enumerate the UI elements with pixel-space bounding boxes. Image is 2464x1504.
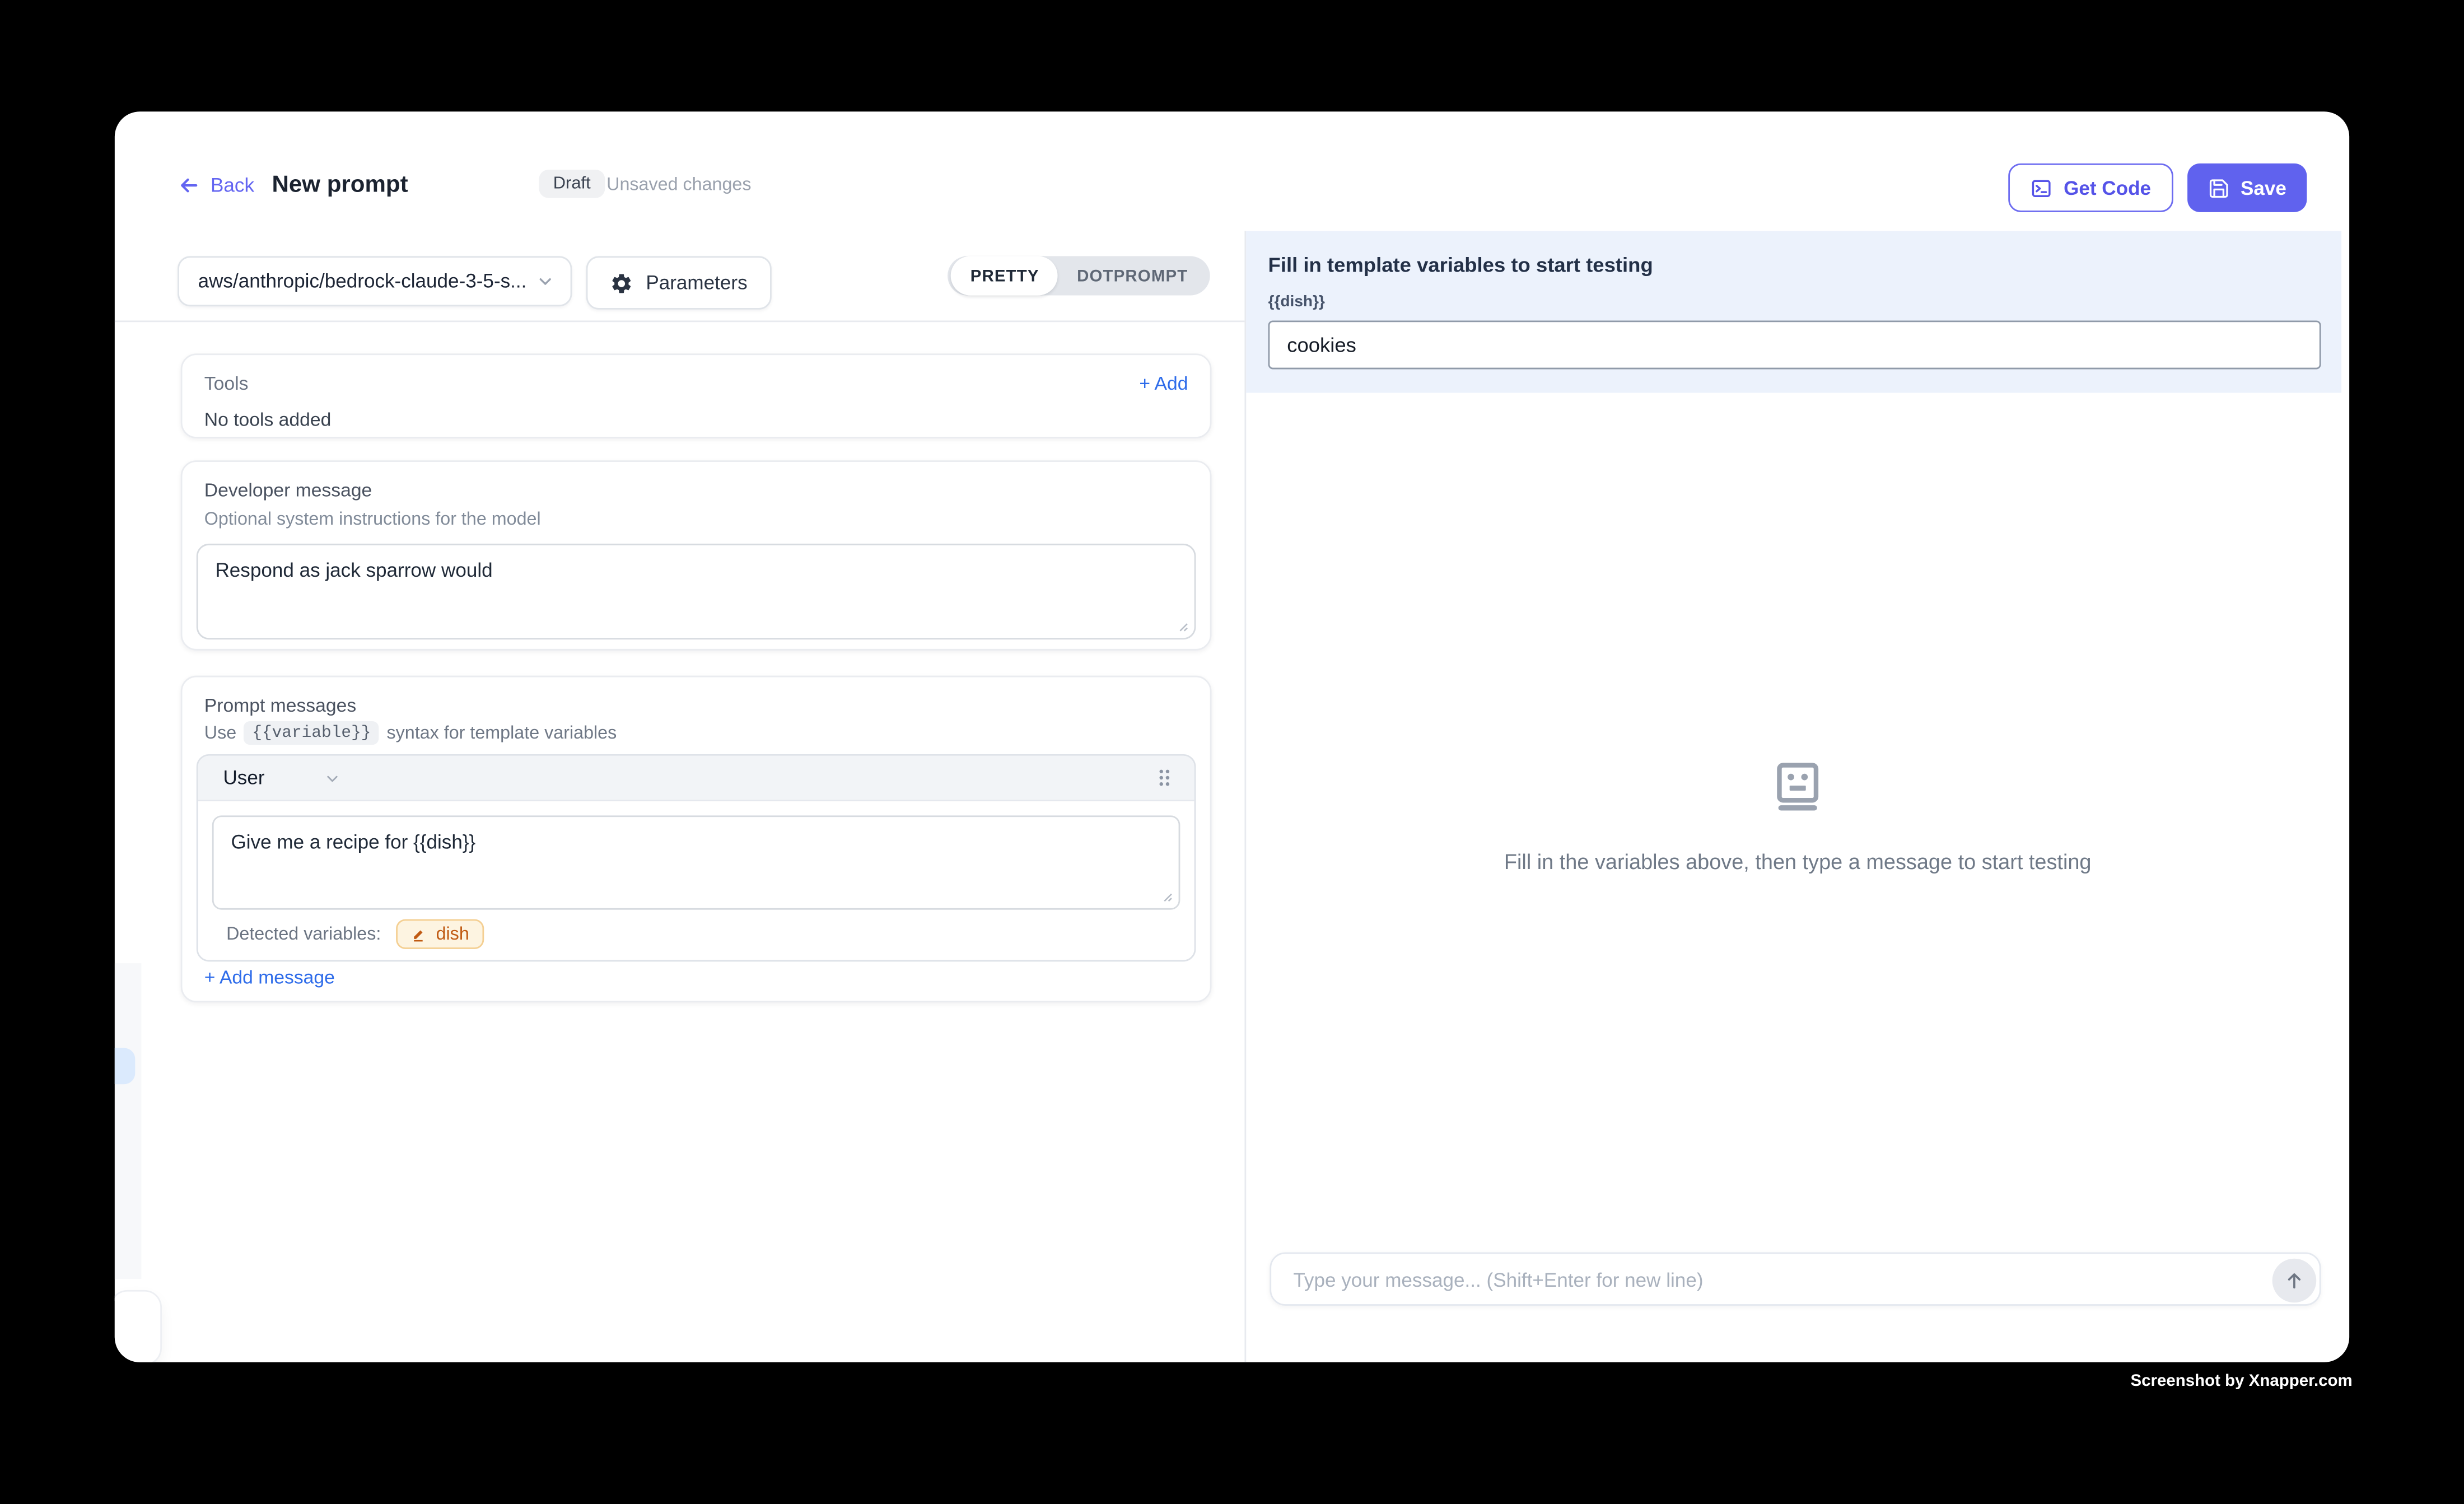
resize-handle-icon[interactable]	[1175, 619, 1189, 633]
user-message-textarea[interactable]: Give me a recipe for {{dish}}	[214, 817, 1179, 908]
send-button[interactable]	[2271, 1258, 2316, 1302]
add-tool-button[interactable]: + Add	[1139, 372, 1188, 394]
gear-icon	[610, 271, 633, 295]
hint-prefix: Use	[204, 723, 236, 742]
left-edge-highlight	[115, 1048, 135, 1085]
left-toolbar: aws/anthropic/bedrock-claude-3-5-s... Pa…	[115, 231, 1245, 322]
developer-message-subtitle: Optional system instructions for the mod…	[204, 511, 541, 530]
robot-icon	[1766, 756, 1829, 819]
terminal-icon	[2031, 177, 2052, 199]
template-hint: Use {{variable}} syntax for template var…	[204, 721, 617, 745]
pencil-icon	[411, 926, 428, 943]
parameters-button[interactable]: Parameters	[586, 256, 771, 309]
model-select[interactable]: aws/anthropic/bedrock-claude-3-5-s...	[178, 256, 572, 306]
variable-chip-dish[interactable]: dish	[396, 919, 483, 949]
drag-handle-icon[interactable]	[1155, 767, 1174, 788]
chat-empty-state: Fill in the variables above, then type a…	[1246, 756, 2349, 874]
message-block: User Give me a recipe for {{dish}}	[197, 754, 1196, 961]
left-edge-popover	[115, 1292, 160, 1362]
resize-handle-icon[interactable]	[1160, 889, 1174, 903]
back-label: Back	[211, 174, 254, 196]
save-label: Save	[2241, 177, 2286, 199]
developer-message-field: Respond as jack sparrow would	[197, 544, 1196, 639]
template-variables-panel: Fill in template variables to start test…	[1246, 231, 2341, 393]
prompt-editor-window: Back New prompt Draft Unsaved changes Ge…	[115, 111, 2349, 1362]
watermark-text: Screenshot by Xnapper.com	[2130, 1372, 2352, 1391]
variable-chip-label: dish	[436, 924, 469, 943]
chat-input-bar	[1270, 1252, 2321, 1305]
developer-message-title: Developer message	[204, 479, 372, 501]
screenshot-stage: Back New prompt Draft Unsaved changes Ge…	[0, 0, 2464, 1503]
role-select[interactable]: User	[223, 767, 342, 788]
parameters-label: Parameters	[646, 272, 747, 293]
hint-suffix: syntax for template variables	[387, 723, 617, 742]
detected-variables-row: Detected variables: dish	[226, 919, 483, 949]
prompt-messages-section: Prompt messages Use {{variable}} syntax …	[181, 676, 1212, 1003]
test-panel-title: Fill in template variables to start test…	[1268, 253, 1653, 277]
chat-message-input[interactable]	[1290, 1254, 2224, 1307]
toggle-option-pretty[interactable]: PRETTY	[951, 256, 1058, 295]
arrow-left-icon	[178, 174, 199, 196]
role-select-value: User	[223, 767, 264, 788]
tools-empty-text: No tools added	[204, 409, 1188, 431]
add-message-button[interactable]: + Add message	[204, 966, 335, 988]
get-code-button[interactable]: Get Code	[2009, 164, 2173, 212]
empty-state-text: Fill in the variables above, then type a…	[1504, 850, 2092, 874]
status-badge: Draft	[539, 170, 604, 198]
developer-message-section: Developer message Optional system instru…	[181, 460, 1212, 651]
header-actions: Get Code Save	[2009, 164, 2307, 212]
toggle-option-dotprompt[interactable]: DOTPROMPT	[1058, 259, 1207, 292]
chevron-down-icon	[324, 769, 342, 787]
save-icon	[2208, 177, 2229, 199]
detected-variables-label: Detected variables:	[226, 924, 381, 943]
model-select-value: aws/anthropic/bedrock-claude-3-5-s...	[198, 270, 536, 292]
user-message-field: Give me a recipe for {{dish}}	[212, 815, 1180, 909]
variable-value-input[interactable]	[1268, 320, 2321, 369]
left-edge-panel	[115, 963, 142, 1279]
get-code-label: Get Code	[2064, 177, 2151, 199]
variable-syntax-chip: {{variable}}	[244, 721, 379, 745]
developer-message-textarea[interactable]: Respond as jack sparrow would	[198, 545, 1194, 638]
message-header: User	[198, 756, 1194, 801]
tools-section: Tools + Add No tools added	[181, 353, 1212, 438]
save-button[interactable]: Save	[2187, 164, 2307, 212]
arrow-up-icon	[2283, 1269, 2304, 1291]
variable-name-label: {{dish}}	[1268, 294, 1325, 311]
chevron-down-icon	[536, 272, 555, 291]
view-mode-toggle: PRETTY DOTPROMPT	[948, 256, 1210, 295]
prompt-messages-title: Prompt messages	[204, 694, 356, 716]
back-button[interactable]: Back	[178, 174, 254, 196]
tools-title: Tools	[204, 372, 249, 394]
unsaved-changes-text: Unsaved changes	[606, 176, 751, 195]
page-title: New prompt	[272, 171, 408, 198]
